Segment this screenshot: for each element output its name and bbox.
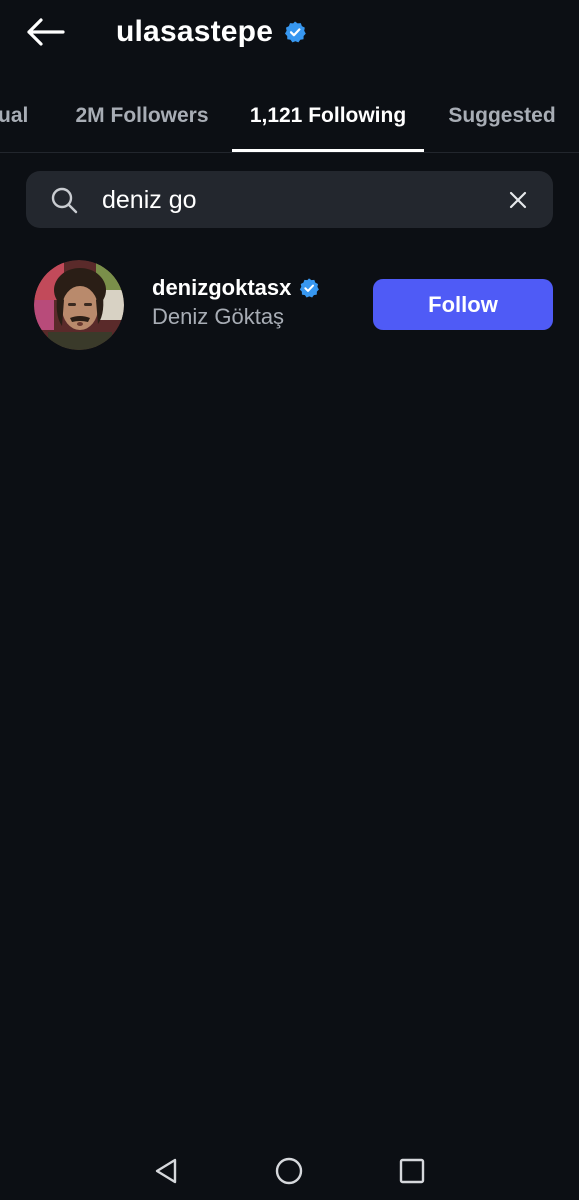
system-nav-bar xyxy=(0,1140,579,1200)
result-full-name: Deniz Göktaş xyxy=(152,304,285,329)
system-back-button[interactable] xyxy=(149,1154,183,1188)
circle-home-icon xyxy=(275,1157,303,1185)
close-icon xyxy=(509,191,527,209)
arrow-left-icon xyxy=(27,18,65,46)
search-input[interactable] xyxy=(102,178,482,222)
tab-mutual[interactable]: ual xyxy=(0,82,38,150)
tab-following[interactable]: 1,121 Following xyxy=(232,82,424,152)
list-item[interactable]: denizgoktasx Deniz Göktaş Follow xyxy=(0,250,579,360)
search-icon xyxy=(51,187,78,214)
avatar[interactable] xyxy=(34,260,124,350)
tab-suggested[interactable]: Suggested xyxy=(440,82,564,150)
square-recents-icon xyxy=(399,1158,425,1184)
tab-followers[interactable]: 2M Followers xyxy=(70,82,214,150)
verified-badge-icon xyxy=(298,277,320,299)
system-home-button[interactable] xyxy=(272,1154,306,1188)
verified-badge-icon xyxy=(283,20,307,44)
follow-button[interactable]: Follow xyxy=(373,279,553,330)
profile-username: ulasastepe xyxy=(116,15,274,48)
header: ulasastepe xyxy=(0,0,579,70)
clear-search-button[interactable] xyxy=(504,186,532,214)
result-username[interactable]: denizgoktasx xyxy=(152,275,291,301)
system-recents-button[interactable] xyxy=(395,1154,429,1188)
profile-title: ulasastepe xyxy=(116,10,307,54)
triangle-back-icon xyxy=(155,1158,177,1184)
result-username-wrap[interactable]: denizgoktasx xyxy=(152,274,320,302)
back-button[interactable] xyxy=(22,10,68,54)
tab-bar: ual 2M Followers 1,121 Following Suggest… xyxy=(0,82,579,153)
